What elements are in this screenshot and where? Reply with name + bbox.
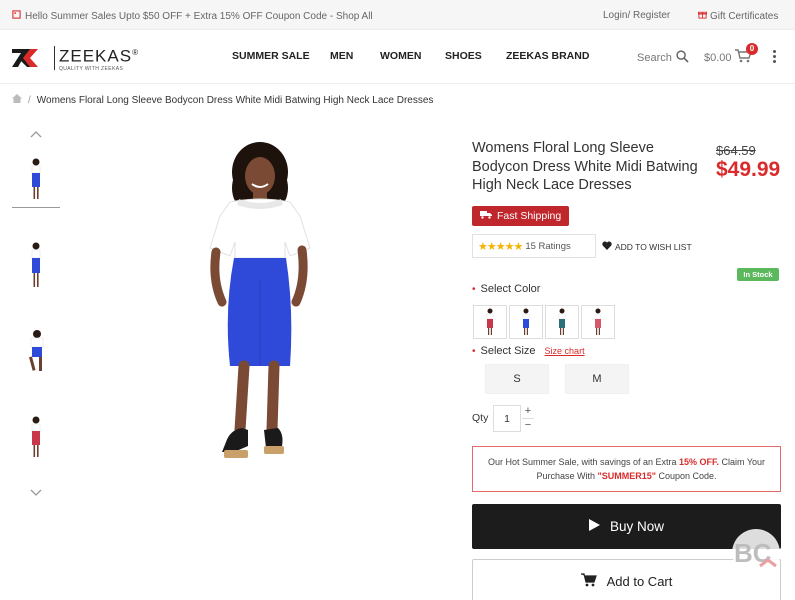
gift-label: Gift Certificates xyxy=(710,10,779,22)
size-option-m[interactable]: M xyxy=(565,364,629,394)
required-dot: • xyxy=(472,283,476,295)
buy-now-label: Buy Now xyxy=(609,519,665,534)
breadcrumb-current: Womens Floral Long Sleeve Bodycon Dress … xyxy=(36,94,434,106)
quantity-increase-button[interactable]: + xyxy=(522,405,534,418)
ratings-count: 15 Ratings xyxy=(525,240,571,252)
color-swatch-teal[interactable] xyxy=(545,305,579,339)
gift-icon xyxy=(698,10,707,22)
search-label: Search xyxy=(637,52,672,64)
cart-icon xyxy=(580,573,597,590)
logo-text: ZEEKAS® xyxy=(59,46,139,66)
thumbnail-1[interactable] xyxy=(12,152,60,208)
nav-summer-sale[interactable]: SUMMER SALE xyxy=(232,50,310,62)
svg-text:BC: BC xyxy=(734,538,772,568)
select-size-text: Select Size xyxy=(480,345,536,357)
main-product-image[interactable] xyxy=(150,130,370,490)
stock-status-badge: In Stock xyxy=(737,268,779,281)
logo-mark-icon xyxy=(12,47,50,69)
quantity-decrease-button[interactable]: − xyxy=(522,418,534,431)
thumbnail-3[interactable] xyxy=(12,324,60,380)
select-size-label: • Select Size Size chart xyxy=(472,345,585,357)
color-swatch-pink[interactable] xyxy=(581,305,615,339)
original-price: $64.59 xyxy=(716,143,756,158)
size-chart-link[interactable]: Size chart xyxy=(545,346,585,356)
select-color-text: Select Color xyxy=(480,283,541,295)
promo-text-1: Our Hot Summer Sale, with savings of an … xyxy=(487,457,680,467)
watermark-logo: BC xyxy=(728,528,784,578)
promo-coupon-code: "SUMMER15" xyxy=(597,471,657,481)
cart-count-badge: 0 xyxy=(746,43,758,55)
truck-icon xyxy=(480,210,492,222)
size-option-s[interactable]: S xyxy=(485,364,549,394)
promo-text-3: Coupon Code. xyxy=(656,471,717,481)
logo-divider xyxy=(54,45,55,70)
nav-men[interactable]: MEN xyxy=(330,50,353,62)
gift-certificates-link[interactable]: Gift Certificates xyxy=(698,10,778,22)
top-bar: Hello Summer Sales Upto $50 OFF + Extra … xyxy=(0,0,795,30)
thumbnail-4[interactable] xyxy=(12,410,60,466)
color-swatch-blue[interactable] xyxy=(509,305,543,339)
site-header: ZEEKAS® QUALITY WITH ZEEKAS SUMMER SALE … xyxy=(0,30,795,84)
cart-total: $0.00 xyxy=(704,51,732,64)
tag-icon xyxy=(12,10,21,22)
search-icon xyxy=(676,50,689,66)
login-register-link[interactable]: Login/ Register xyxy=(603,10,670,21)
select-color-label: • Select Color xyxy=(472,283,540,295)
chevron-up-icon[interactable] xyxy=(12,124,60,144)
promo-discount: 15% OFF. xyxy=(679,457,720,467)
thumbnail-2[interactable] xyxy=(12,238,60,294)
quantity-input[interactable]: 1 xyxy=(493,405,521,432)
search-button[interactable]: Search xyxy=(637,50,689,66)
fast-shipping-label: Fast Shipping xyxy=(497,210,562,222)
nav-shoes[interactable]: SHOES xyxy=(445,50,482,62)
nav-zeekas-brand[interactable]: ZEEKAS BRAND xyxy=(506,50,589,62)
home-icon[interactable] xyxy=(12,94,22,106)
play-icon xyxy=(588,519,600,534)
heart-icon xyxy=(602,241,612,253)
coupon-promo-box: Our Hot Summer Sale, with savings of an … xyxy=(472,446,781,492)
product-title: Womens Floral Long Sleeve Bodycon Dress … xyxy=(472,140,698,193)
required-dot: • xyxy=(472,345,476,357)
breadcrumb-separator: / xyxy=(28,94,31,106)
logo-tagline: QUALITY WITH ZEEKAS xyxy=(59,65,124,72)
star-rating-icon: ★★★★★ xyxy=(478,240,523,253)
color-swatches xyxy=(473,305,615,339)
sale-price: $49.99 xyxy=(716,158,781,181)
wishlist-label: ADD TO WISH LIST xyxy=(615,242,692,252)
add-to-cart-label: Add to Cart xyxy=(606,574,673,589)
rating-summary[interactable]: ★★★★★ 15 Ratings xyxy=(472,234,596,258)
fast-shipping-badge: Fast Shipping xyxy=(472,206,570,226)
cart-button[interactable]: $0.00 0 xyxy=(704,43,758,66)
promo-banner[interactable]: Hello Summer Sales Upto $50 OFF + Extra … xyxy=(12,10,373,22)
color-swatch-red[interactable] xyxy=(473,305,507,339)
add-to-wishlist-link[interactable]: ADD TO WISH LIST xyxy=(602,241,692,253)
more-menu-icon[interactable] xyxy=(771,50,777,63)
nav-women[interactable]: WOMEN xyxy=(380,50,421,62)
quantity-label: Qty xyxy=(472,412,489,424)
chevron-down-icon[interactable] xyxy=(12,482,60,502)
site-logo[interactable]: ZEEKAS® QUALITY WITH ZEEKAS xyxy=(12,44,139,72)
promo-text: Hello Summer Sales Upto $50 OFF + Extra … xyxy=(25,10,373,22)
breadcrumb: / Womens Floral Long Sleeve Bodycon Dres… xyxy=(12,94,433,106)
